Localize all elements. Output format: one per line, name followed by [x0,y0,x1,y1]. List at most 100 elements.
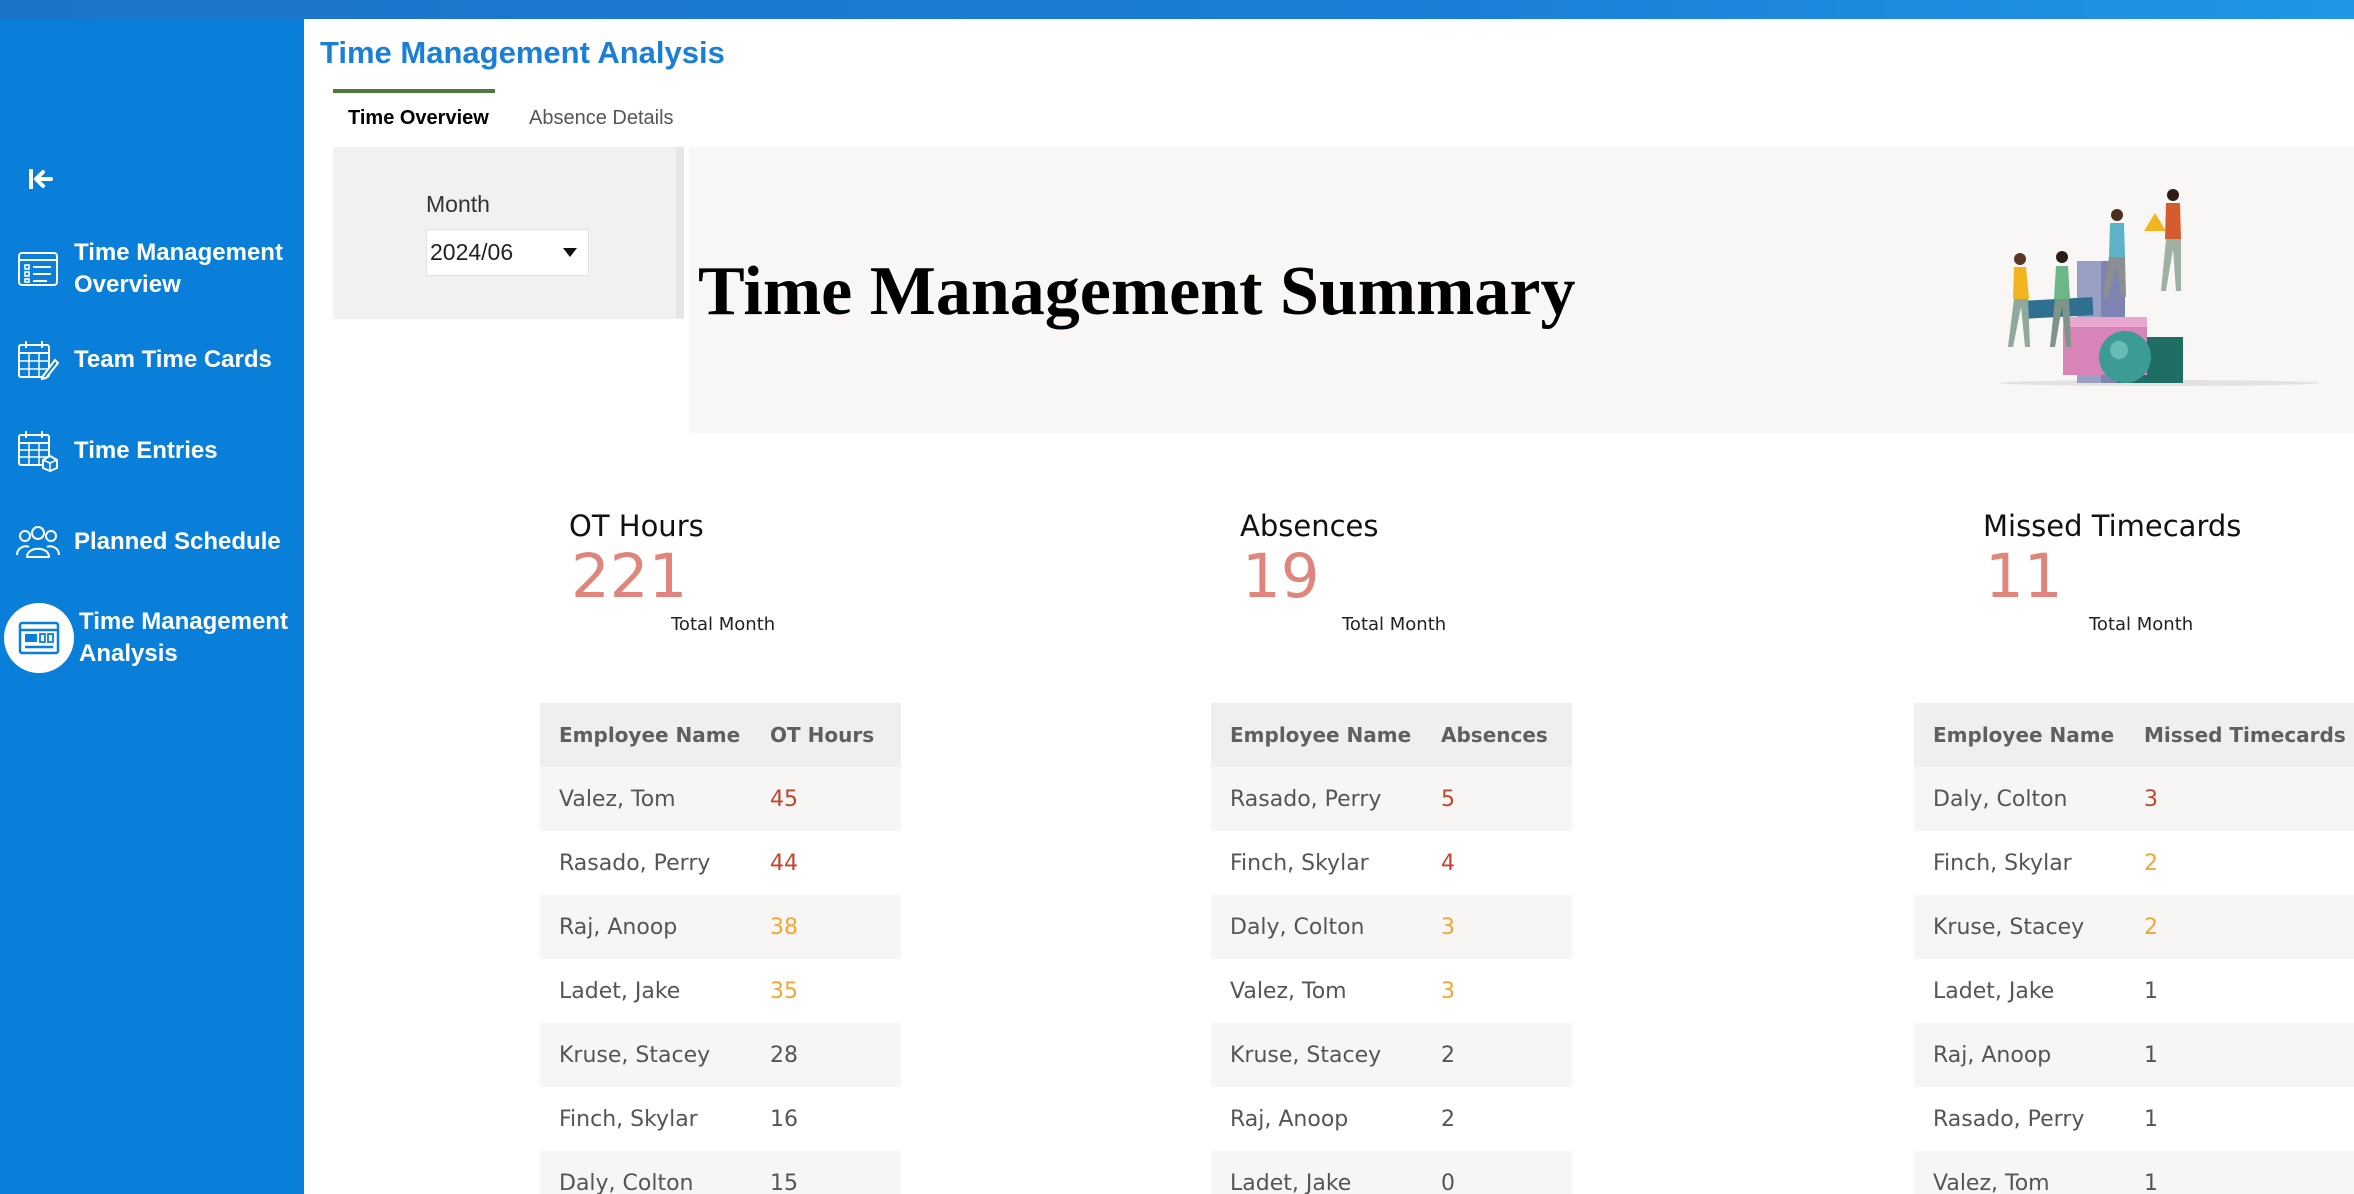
sidebar: Time Management Overview Team Time Cards [0,19,304,1194]
employee-name-cell: Finch, Skylar [540,1087,751,1151]
kpi-subtitle: Total Month [1342,614,1447,635]
page-title: Time Management Analysis [320,35,725,70]
employee-name-cell: Finch, Skylar [1914,831,2125,895]
value-cell: 2 [1422,1023,1572,1087]
value-cell: 35 [751,959,901,1023]
month-filter-label: Month [426,191,490,217]
value-cell: 5 [1422,767,1572,831]
employee-name-cell: Rasado, Perry [1914,1087,2125,1151]
column-header[interactable]: OT Hours [751,703,901,767]
sidebar-item-label: Time Entries [74,437,218,464]
value-cell: 3 [1422,959,1572,1023]
timecard-edit-icon [16,338,60,382]
kpi-value: 11 [1985,541,2063,612]
value-cell: 16 [751,1087,901,1151]
calendar-grid-icon [16,429,60,473]
employee-name-cell: Daly, Colton [540,1151,751,1194]
missed-timecards-table: Employee Name Missed Timecards Daly, Col… [1914,703,2354,1194]
table-header-row: Employee Name Absences [1211,703,1572,767]
table-row[interactable]: Daly, Colton 3 [1211,895,1572,959]
value-cell: 1 [2125,959,2354,1023]
sidebar-item-team-time-cards[interactable]: Team Time Cards [0,335,304,385]
overview-list-icon [16,247,60,291]
value-cell: 3 [2125,767,2354,831]
value-cell: 45 [751,767,901,831]
month-select[interactable]: 2024/06 [426,229,589,276]
kpi-label: Absences [1240,509,1379,543]
table-row[interactable]: Finch, Skylar 4 [1211,831,1572,895]
value-cell: 44 [751,831,901,895]
absences-table: Employee Name Absences Rasado, Perry 5 Fin… [1211,703,1572,1194]
kpi-label: Missed Timecards [1983,509,2242,543]
table-row[interactable]: Finch, Skylar 2 [1914,831,2354,895]
analysis-dashboard-icon [4,603,74,673]
summary-banner: Time Management Summary [689,147,2354,433]
kpi-missed-timecards: Missed Timecards 11 Total Month [1983,509,2323,649]
table-row[interactable]: Finch, Skylar 16 [540,1087,901,1151]
employee-name-cell: Daly, Colton [1914,767,2125,831]
table-row[interactable]: Ladet, Jake 35 [540,959,901,1023]
table-row[interactable]: Raj, Anoop 1 [1914,1023,2354,1087]
table-row[interactable]: Ladet, Jake 0 [1211,1151,1572,1194]
table-row[interactable]: Kruse, Stacey 2 [1211,1023,1572,1087]
main-content: Time Management Analysis Time Overview A… [304,19,2354,1194]
sidebar-item-time-entries[interactable]: Time Entries [0,426,304,476]
table-row[interactable]: Rasado, Perry 5 [1211,767,1572,831]
employee-name-cell: Raj, Anoop [1211,1087,1422,1151]
kpi-ot-hours: OT Hours 221 Total Month [569,509,869,649]
employee-name-cell: Ladet, Jake [1211,1151,1422,1194]
employee-name-cell: Raj, Anoop [540,895,751,959]
table-row[interactable]: Raj, Anoop 2 [1211,1087,1572,1151]
value-cell: 28 [751,1023,901,1087]
filter-panel: Month 2024/06 [333,147,684,319]
people-group-icon [16,520,60,564]
table-row[interactable]: Valez, Tom 45 [540,767,901,831]
tab-time-overview[interactable]: Time Overview [348,107,489,130]
sidebar-item-time-management-analysis[interactable]: Time Management Analysis [0,602,304,674]
value-cell: 1 [2125,1087,2354,1151]
kpi-value: 19 [1242,541,1320,612]
column-header[interactable]: Employee Name [1914,703,2125,767]
table-row[interactable]: Daly, Colton 3 [1914,767,2354,831]
employee-name-cell: Valez, Tom [1914,1151,2125,1194]
table-row[interactable]: Raj, Anoop 38 [540,895,901,959]
banner-title: Time Management Summary [698,253,1576,330]
column-header[interactable]: Missed Timecards [2125,703,2354,767]
table-row[interactable]: Kruse, Stacey 2 [1914,895,2354,959]
kpi-absences: Absences 19 Total Month [1240,509,1540,649]
table-row[interactable]: Daly, Colton 15 [540,1151,901,1194]
table-row[interactable]: Valez, Tom 1 [1914,1151,2354,1194]
employee-name-cell: Ladet, Jake [1914,959,2125,1023]
sidebar-item-label: Team Time Cards [74,346,272,373]
table-row[interactable]: Ladet, Jake 1 [1914,959,2354,1023]
value-cell: 1 [2125,1151,2354,1194]
active-tab-indicator [333,89,495,93]
sidebar-item-time-management-overview[interactable]: Time Management Overview [0,237,304,301]
employee-name-cell: Ladet, Jake [540,959,751,1023]
employee-name-cell: Rasado, Perry [540,831,751,895]
column-header[interactable]: Absences [1422,703,1572,767]
column-header[interactable]: Employee Name [540,703,751,767]
collapse-left-icon[interactable] [24,162,58,196]
employee-name-cell: Kruse, Stacey [540,1023,751,1087]
sidebar-item-label: Time Management Analysis [79,608,288,667]
table-row[interactable]: Valez, Tom 3 [1211,959,1572,1023]
month-select-value: 2024/06 [430,239,514,265]
employee-name-cell: Finch, Skylar [1211,831,1422,895]
top-bar [0,0,2354,19]
value-cell: 15 [751,1151,901,1194]
sidebar-item-planned-schedule[interactable]: Planned Schedule [0,517,304,567]
employee-name-cell: Raj, Anoop [1914,1023,2125,1087]
table-row[interactable]: Kruse, Stacey 28 [540,1023,901,1087]
ot-hours-table: Employee Name OT Hours Valez, Tom 45 Rasad… [540,703,901,1194]
table-row[interactable]: Rasado, Perry 44 [540,831,901,895]
column-header[interactable]: Employee Name [1211,703,1422,767]
employee-name-cell: Rasado, Perry [1211,767,1422,831]
tab-absence-details[interactable]: Absence Details [529,107,674,130]
employee-name-cell: Daly, Colton [1211,895,1422,959]
table-row[interactable]: Rasado, Perry 1 [1914,1087,2354,1151]
employee-name-cell: Valez, Tom [540,767,751,831]
kpi-label: OT Hours [569,509,704,543]
kpi-subtitle: Total Month [2089,614,2194,635]
value-cell: 2 [1422,1087,1572,1151]
